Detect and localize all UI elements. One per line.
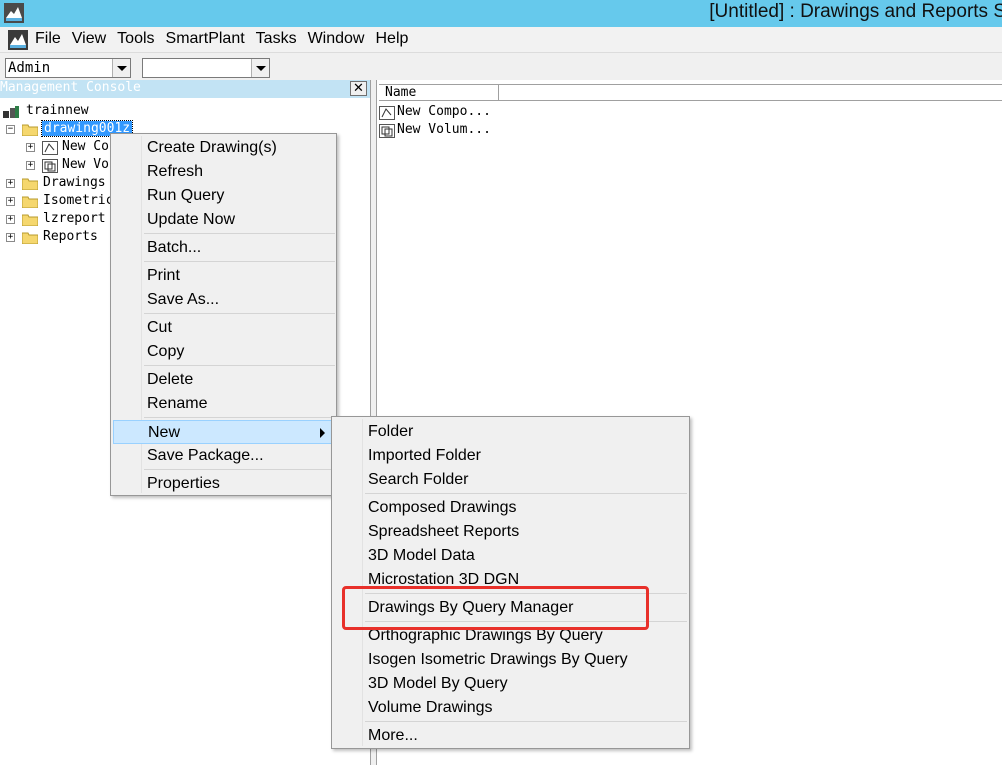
- column-divider[interactable]: [498, 85, 499, 100]
- title-bar: [Untitled] : Drawings and Reports S: [0, 0, 1002, 27]
- submenu-item-volume-drawings[interactable]: Volume Drawings: [334, 696, 687, 720]
- tree-item-label: Reports: [43, 229, 98, 244]
- expand-icon[interactable]: +: [6, 179, 15, 188]
- menu-tasks[interactable]: Tasks: [256, 30, 297, 48]
- chevron-down-icon[interactable]: [112, 59, 130, 77]
- expand-icon[interactable]: +: [26, 161, 35, 170]
- submenu-item-imported-folder[interactable]: Imported Folder: [334, 444, 687, 468]
- menu-separator: [365, 593, 687, 594]
- menu-separator: [144, 233, 335, 234]
- console-title-bar: Management Console: [0, 80, 370, 98]
- folder-icon: [22, 232, 38, 244]
- tree-item-label: Isometric: [43, 193, 114, 208]
- menu-item-batch[interactable]: Batch...: [113, 236, 334, 260]
- folder-icon: [22, 196, 38, 208]
- menu-separator: [144, 261, 335, 262]
- submenu-item-more[interactable]: More...: [334, 724, 687, 748]
- window-title: [Untitled] : Drawings and Reports S: [709, 1, 1002, 22]
- menu-help[interactable]: Help: [375, 30, 408, 48]
- folder-icon: [22, 214, 38, 226]
- menu-view[interactable]: View: [72, 30, 106, 48]
- menu-item-create-drawings[interactable]: Create Drawing(s): [113, 136, 334, 160]
- submenu-item-search-folder[interactable]: Search Folder: [334, 468, 687, 492]
- menu-separator: [144, 313, 335, 314]
- tree-root[interactable]: trainnew: [2, 103, 202, 121]
- tree-root-label: trainnew: [26, 103, 89, 118]
- user-combo-value: Admin: [8, 60, 51, 76]
- toolbar: Admin: [0, 53, 1002, 80]
- menu-window[interactable]: Window: [308, 30, 365, 48]
- expand-icon[interactable]: +: [6, 215, 15, 224]
- submenu-item-3d-model-by-query[interactable]: 3D Model By Query: [334, 672, 687, 696]
- composed-drawing-icon: [379, 106, 395, 120]
- expand-icon[interactable]: +: [6, 197, 15, 206]
- user-combo[interactable]: Admin: [5, 58, 131, 78]
- menu-separator: [365, 721, 687, 722]
- folder-icon: [22, 124, 38, 136]
- menu-item-copy[interactable]: Copy: [113, 340, 334, 364]
- list-item-label: New Compo...: [397, 104, 491, 119]
- submenu-item-orthographic-drawings-by-query[interactable]: Orthographic Drawings By Query: [334, 624, 687, 648]
- menu-item-print[interactable]: Print: [113, 264, 334, 288]
- folder-icon: [22, 178, 38, 190]
- submenu-item-3d-model-data[interactable]: 3D Model Data: [334, 544, 687, 568]
- submenu-item-drawings-by-query-manager[interactable]: Drawings By Query Manager: [334, 596, 687, 620]
- menu-smartplant[interactable]: SmartPlant: [166, 30, 245, 48]
- document-icon[interactable]: [8, 30, 28, 50]
- column-header-name[interactable]: Name: [379, 84, 1002, 101]
- plant-icon: [3, 106, 19, 118]
- volume-drawing-icon: [379, 124, 395, 138]
- column-header-label: Name: [385, 85, 417, 100]
- app-icon[interactable]: [4, 3, 24, 23]
- menu-item-rename[interactable]: Rename: [113, 392, 334, 416]
- submenu-item-isogen-isometric-drawings-by-query[interactable]: Isogen Isometric Drawings By Query: [334, 648, 687, 672]
- expand-icon[interactable]: +: [6, 233, 15, 242]
- menu-item-delete[interactable]: Delete: [113, 368, 334, 392]
- submenu-item-spreadsheet-reports[interactable]: Spreadsheet Reports: [334, 520, 687, 544]
- menu-separator: [365, 621, 687, 622]
- submenu-item-composed-drawings[interactable]: Composed Drawings: [334, 496, 687, 520]
- menu-item-new[interactable]: New: [113, 420, 334, 444]
- menu-item-new-label: New: [148, 424, 181, 441]
- menu-separator: [365, 493, 687, 494]
- menu-separator: [144, 365, 335, 366]
- submenu-item-folder[interactable]: Folder: [334, 420, 687, 444]
- menu-item-save-package[interactable]: Save Package...: [113, 444, 334, 468]
- submenu-item-microstation-3d-dgn[interactable]: Microstation 3D DGN: [334, 568, 687, 592]
- tree-item-label: New Co: [62, 139, 109, 154]
- tree-item-label: New Vo: [62, 157, 109, 172]
- tree-item-label: Drawings: [43, 175, 106, 190]
- menu-item-run-query[interactable]: Run Query: [113, 184, 334, 208]
- menu-item-cut[interactable]: Cut: [113, 316, 334, 340]
- filter-combo[interactable]: [142, 58, 270, 78]
- menu-item-properties[interactable]: Properties: [113, 472, 334, 496]
- menu-bar: File View Tools SmartPlant Tasks Window …: [0, 27, 1002, 53]
- menu-file[interactable]: File: [35, 30, 61, 48]
- chevron-down-icon[interactable]: [251, 59, 269, 77]
- menu-item-save-as[interactable]: Save As...: [113, 288, 334, 312]
- close-icon[interactable]: ✕: [350, 81, 367, 96]
- volume-drawing-icon: [42, 159, 58, 173]
- menu-item-refresh[interactable]: Refresh: [113, 160, 334, 184]
- console-title: Management Console: [0, 80, 141, 95]
- tree-item-label: lzreport: [43, 211, 106, 226]
- list-item-label: New Volum...: [397, 122, 491, 137]
- menu-separator: [144, 469, 335, 470]
- menu-item-update-now[interactable]: Update Now: [113, 208, 334, 232]
- new-submenu: Folder Imported Folder Search Folder Com…: [331, 416, 690, 749]
- context-menu: Create Drawing(s) Refresh Run Query Upda…: [110, 133, 337, 496]
- menu-separator: [144, 417, 335, 418]
- expand-icon[interactable]: +: [26, 143, 35, 152]
- chevron-right-icon: [320, 428, 325, 438]
- menu-tools[interactable]: Tools: [117, 30, 154, 48]
- collapse-icon[interactable]: −: [6, 125, 15, 134]
- composed-drawing-icon: [42, 141, 58, 155]
